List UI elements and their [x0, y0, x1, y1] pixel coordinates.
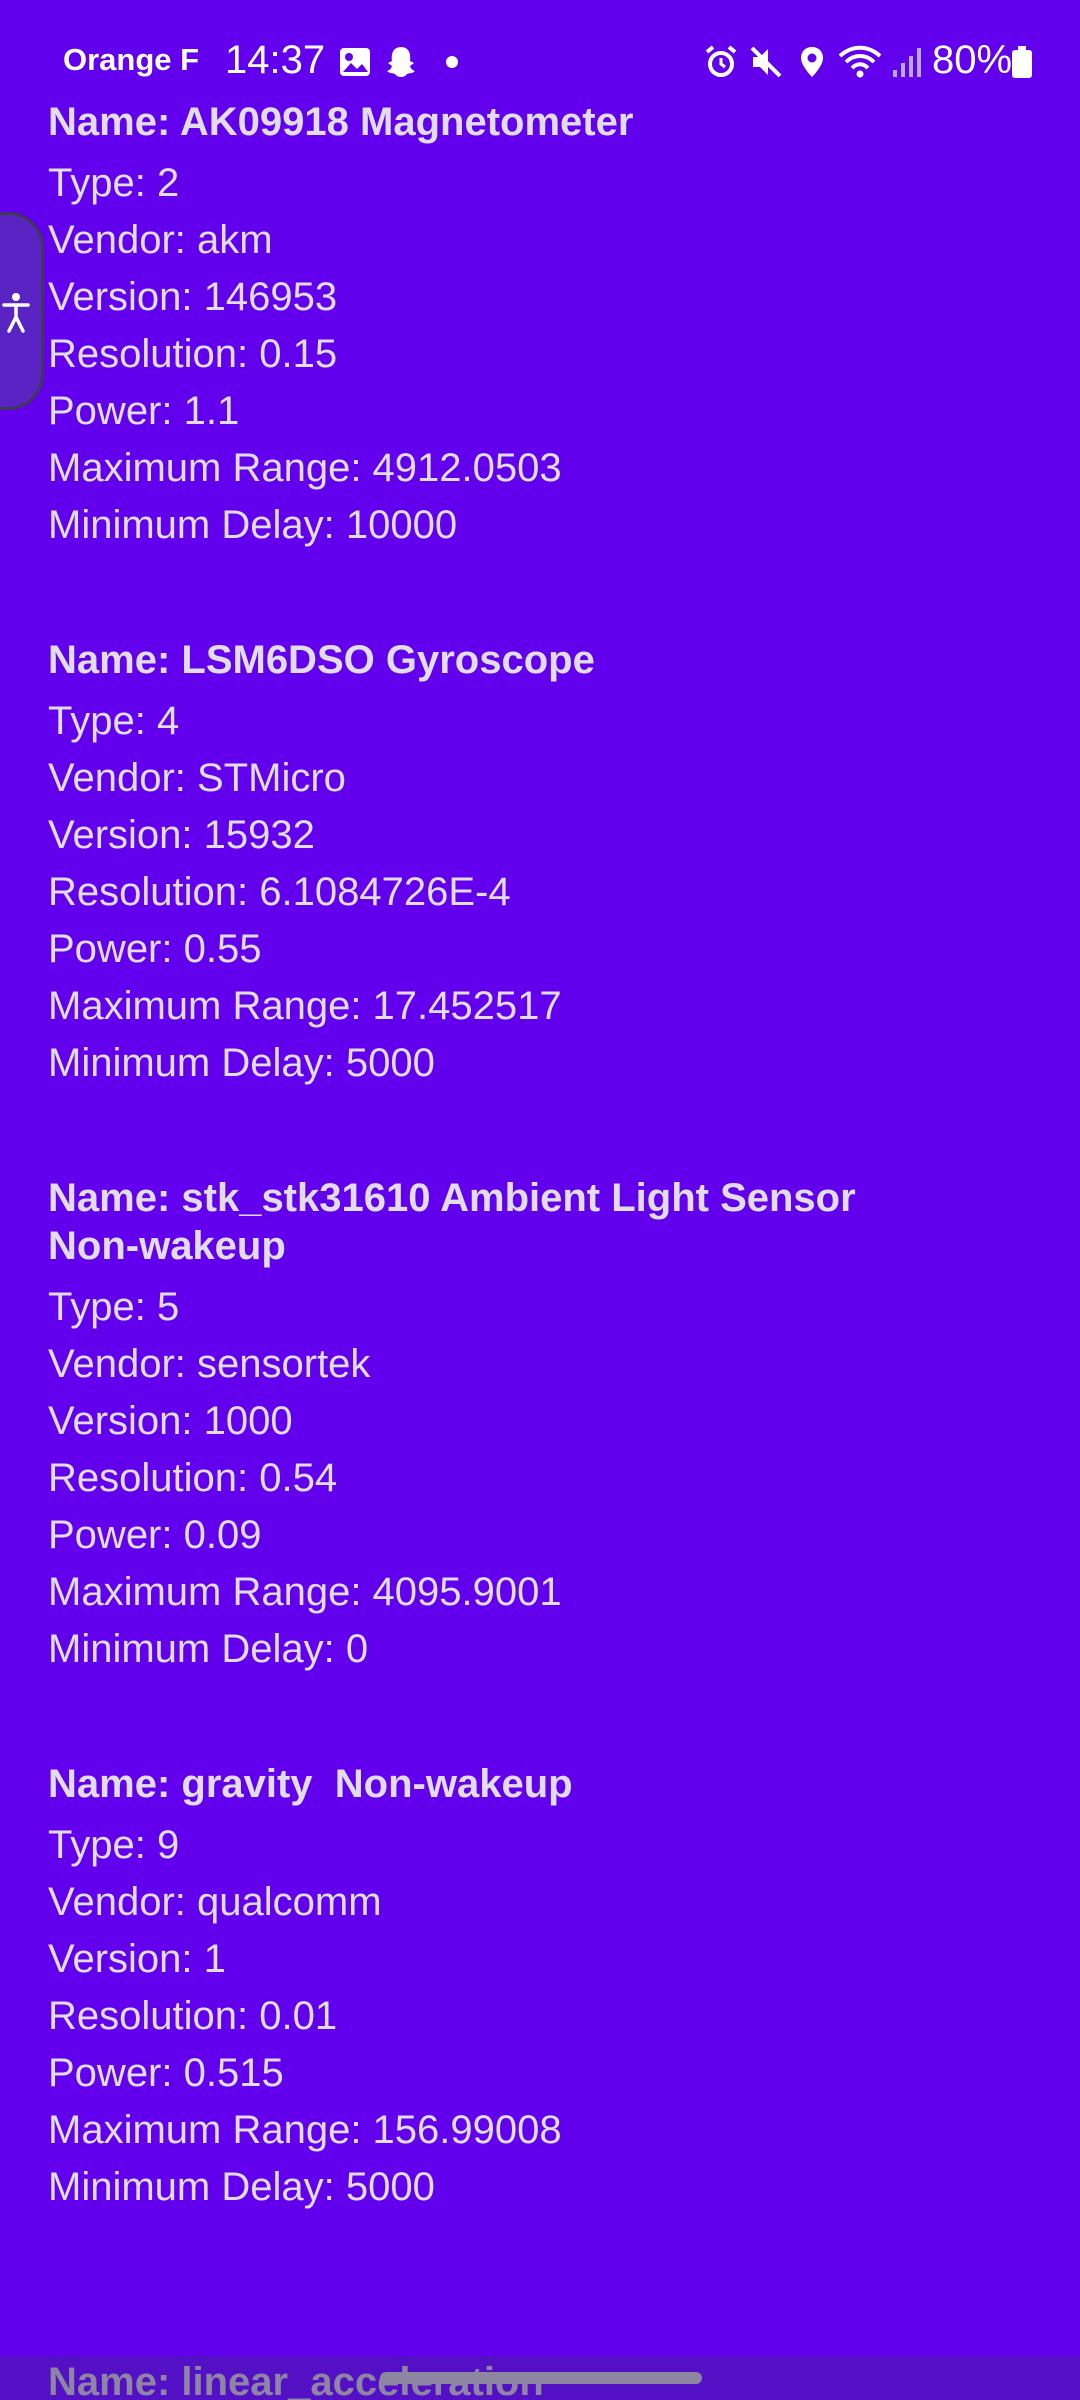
sensor-vendor: Vendor: akm — [48, 218, 273, 262]
sensor-min-delay: Minimum Delay: 0 — [48, 1627, 369, 1671]
battery-icon — [1012, 46, 1032, 78]
sensor-min-delay: Minimum Delay: 10000 — [48, 503, 458, 547]
sensor-power: Power: 0.515 — [48, 2051, 284, 2095]
sensor-item: Name: AK09918 Magnetometer Type: 2 Vendo… — [48, 98, 1048, 554]
sensor-version: Version: 146953 — [48, 275, 338, 319]
sensor-power: Power: 1.1 — [48, 389, 240, 433]
battery-percentage: 80% — [932, 38, 1013, 82]
home-gesture-handle[interactable] — [380, 2372, 702, 2384]
sensor-name: Name: AK09918 Magnetometer — [48, 100, 634, 144]
sensor-version: Version: 1 — [48, 1937, 226, 1981]
wifi-icon — [838, 45, 882, 78]
sensor-type: Type: 4 — [48, 699, 180, 743]
sensor-list[interactable]: Name: AK09918 Magnetometer Type: 2 Vendo… — [48, 98, 1048, 2216]
sensor-list-screen: Orange F 14:37 80% Name: AK09918 Magneto… — [0, 0, 1080, 2400]
signal-icon — [893, 48, 921, 77]
sensor-resolution: Resolution: 0.54 — [48, 1456, 338, 1500]
status-bar: Orange F 14:37 80% — [0, 0, 1080, 112]
sensor-min-delay: Minimum Delay: 5000 — [48, 2165, 435, 2209]
sensor-type: Type: 2 — [48, 161, 180, 205]
image-icon — [340, 48, 370, 76]
sensor-vendor: Vendor: STMicro — [48, 756, 346, 800]
location-icon — [801, 47, 823, 77]
sensor-min-delay: Minimum Delay: 5000 — [48, 1041, 435, 1085]
sensor-vendor: Vendor: qualcomm — [48, 1880, 382, 1924]
sensor-max-range: Maximum Range: 4912.0503 — [48, 446, 562, 490]
sensor-item: Name: LSM6DSO Gyroscope Type: 4 Vendor: … — [48, 636, 1048, 1092]
sensor-name: Name: stk_stk31610 Ambient Light Sensor … — [48, 1176, 867, 1268]
alarm-icon — [705, 45, 737, 77]
sensor-type: Type: 5 — [48, 1285, 180, 1329]
sensor-type: Type: 9 — [48, 1823, 180, 1867]
sensor-item: Name: stk_stk31610 Ambient Light Sensor … — [48, 1174, 1048, 1678]
clock: 14:37 — [225, 38, 326, 82]
carrier-name: Orange F — [63, 42, 200, 77]
accessibility-button[interactable] — [0, 212, 44, 410]
sensor-version: Version: 1000 — [48, 1399, 293, 1443]
sensor-resolution: Resolution: 6.1084726E-4 — [48, 870, 511, 914]
sensor-max-range: Maximum Range: 17.452517 — [48, 984, 562, 1028]
snapchat-icon — [387, 47, 415, 77]
sensor-item: Name: gravity Non-wakeup Type: 9 Vendor:… — [48, 1760, 1048, 2216]
sensor-version: Version: 15932 — [48, 813, 315, 857]
mute-icon — [750, 46, 782, 78]
sensor-max-range: Maximum Range: 156.99008 — [48, 2108, 562, 2152]
sensor-power: Power: 0.55 — [48, 927, 262, 971]
sensor-resolution: Resolution: 0.01 — [48, 1994, 338, 2038]
sensor-name: Name: LSM6DSO Gyroscope — [48, 638, 595, 682]
accessibility-icon — [2, 293, 30, 333]
sensor-resolution: Resolution: 0.15 — [48, 332, 338, 376]
sensor-max-range: Maximum Range: 4095.9001 — [48, 1570, 562, 1614]
dot-icon — [446, 56, 458, 68]
sensor-vendor: Vendor: sensortek — [48, 1342, 371, 1386]
sensor-power: Power: 0.09 — [48, 1513, 262, 1557]
sensor-name: Name: gravity Non-wakeup — [48, 1762, 573, 1806]
